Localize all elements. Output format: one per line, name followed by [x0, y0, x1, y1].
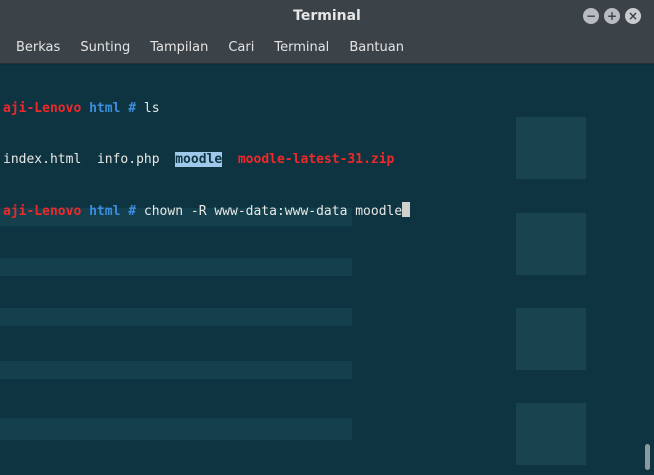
directory-name: moodle [175, 152, 223, 167]
terminal-line: aji-Lenovo html # ls [3, 100, 410, 117]
menu-bar: Berkas Sunting Tampilan Cari Terminal Ba… [0, 32, 654, 64]
menu-sunting[interactable]: Sunting [70, 40, 140, 55]
menu-terminal[interactable]: Terminal [264, 40, 339, 55]
terminal-line: aji-Lenovo html # chown -R www-data:www-… [3, 202, 411, 219]
file-name: index.html [3, 152, 82, 167]
prompt-user: aji-Lenovo [3, 101, 82, 116]
prompt-symbol: # [128, 204, 137, 219]
prompt-directory: html [89, 101, 121, 116]
file-name: info.php [96, 152, 160, 167]
command-text: chown -R www-data:www-data moodle [143, 204, 403, 219]
maximize-icon[interactable]: + [604, 8, 620, 24]
title-bar: Terminal − + × [0, 0, 654, 32]
minimize-icon[interactable]: − [583, 8, 599, 24]
archive-name: moodle-latest-31.zip [237, 152, 395, 167]
text-cursor [402, 202, 411, 217]
prompt-user: aji-Lenovo [3, 204, 82, 219]
terminal-area[interactable]: aji-Lenovo html # ls index.html info.php… [0, 65, 654, 475]
close-icon[interactable]: × [625, 8, 641, 24]
prompt-symbol: # [128, 101, 137, 116]
window-controls: − + × [583, 8, 641, 24]
prompt-directory: html [89, 204, 121, 219]
menu-tampilan[interactable]: Tampilan [140, 40, 218, 55]
menu-bantuan[interactable]: Bantuan [339, 40, 414, 55]
menu-berkas[interactable]: Berkas [6, 40, 70, 55]
window-title: Terminal [293, 8, 361, 24]
scrollbar[interactable] [645, 444, 650, 470]
terminal-output: aji-Lenovo html # ls index.html info.php… [3, 66, 411, 253]
terminal-line: index.html info.php moodle moodle-latest… [3, 151, 410, 168]
command-text: ls [143, 101, 160, 116]
menu-cari[interactable]: Cari [218, 40, 264, 55]
